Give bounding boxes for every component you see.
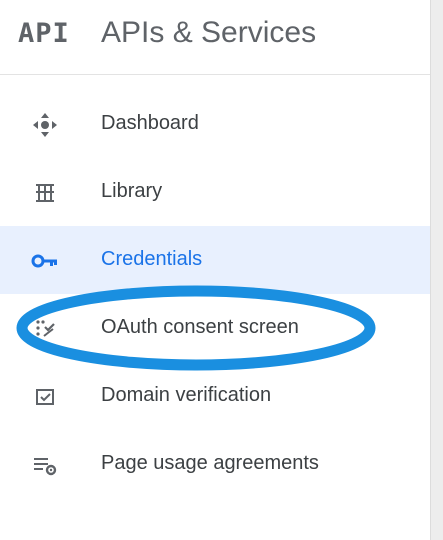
sidebar-item-label: Dashboard <box>101 112 199 134</box>
key-icon <box>30 246 60 276</box>
sidebar-nav: Dashboard Library Credentials OAuth cons… <box>0 90 430 498</box>
checkbox-icon <box>30 382 60 412</box>
app-title[interactable]: APIs & Services <box>101 16 316 50</box>
sidebar-item-page-usage-agreements[interactable]: Page usage agreements <box>0 430 430 498</box>
library-icon <box>30 178 60 208</box>
sidebar-item-label: Credentials <box>101 248 203 270</box>
sidebar-item-label: Domain verification <box>101 384 272 406</box>
sidebar-item-oauth-consent-screen[interactable]: OAuth consent screen <box>0 294 430 362</box>
sidebar-item-library[interactable]: Library <box>0 158 430 226</box>
sidebar-item-credentials[interactable]: Credentials <box>0 226 430 294</box>
sidebar-item-label: Library <box>101 180 163 202</box>
app-header: API APIs & Services <box>0 0 430 75</box>
list-settings-icon <box>30 450 60 480</box>
oauth-consent-icon <box>30 314 60 344</box>
sidebar-item-label: OAuth consent screen <box>101 316 299 338</box>
api-logo[interactable]: API <box>18 18 70 49</box>
sidebar-item-dashboard[interactable]: Dashboard <box>0 90 430 158</box>
content-panel-edge <box>430 0 443 540</box>
sidebar-item-label: Page usage agreements <box>101 452 319 474</box>
sidebar-item-domain-verification[interactable]: Domain verification <box>0 362 430 430</box>
dashboard-icon <box>30 110 60 140</box>
